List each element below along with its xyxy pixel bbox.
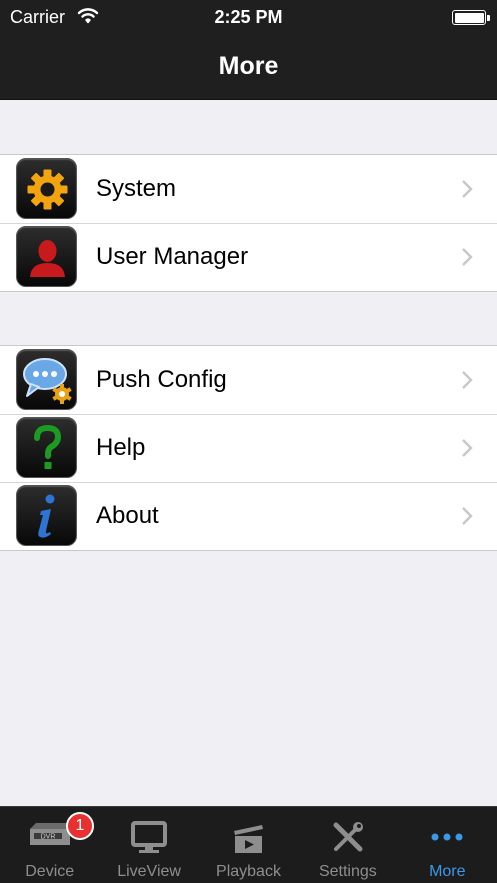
- menu-row-push-config[interactable]: Push Config: [0, 346, 497, 414]
- tab-label-settings: Settings: [318, 863, 377, 880]
- battery-icon: [452, 10, 486, 25]
- chevron-right-icon: [462, 507, 473, 525]
- notification-badge: 1: [66, 812, 94, 840]
- gear-icon: [16, 158, 77, 219]
- tab-label-playback: Playback: [216, 863, 281, 880]
- tab-device[interactable]: DVR 1 Device: [0, 807, 99, 883]
- tab-label-device: Device: [25, 863, 75, 880]
- menu-label-system: System: [96, 175, 177, 202]
- tools-icon: [333, 822, 363, 852]
- clock: 2:25 PM: [214, 7, 283, 27]
- tab-settings[interactable]: Settings: [298, 807, 397, 883]
- user-icon: [16, 226, 77, 287]
- question-mark-icon: [16, 417, 77, 478]
- monitor-icon: [131, 821, 168, 853]
- chevron-right-icon: [462, 248, 473, 266]
- menu-label-help: Help: [96, 434, 146, 461]
- film-clapper-icon: [234, 825, 264, 853]
- tab-playback[interactable]: Playback: [199, 807, 298, 883]
- tab-label-liveview: LiveView: [117, 863, 181, 880]
- chevron-right-icon: [462, 439, 473, 457]
- info-icon: [16, 485, 77, 546]
- tab-liveview[interactable]: LiveView: [99, 807, 198, 883]
- navigation-bar: More: [0, 34, 497, 100]
- more-dots-icon: [431, 833, 463, 841]
- tab-more[interactable]: More: [398, 807, 497, 883]
- settings-group-1: System User Manager: [0, 154, 497, 292]
- page-title: More: [218, 52, 279, 80]
- status-bar: Carrier 2:25 PM: [0, 0, 497, 34]
- menu-label-about: About: [96, 502, 159, 529]
- svg-text:DVR: DVR: [40, 834, 55, 841]
- menu-row-system[interactable]: System: [0, 155, 497, 223]
- chevron-right-icon: [462, 371, 473, 389]
- chat-bubbles-gear-icon: [16, 349, 77, 410]
- menu-row-about[interactable]: About: [0, 482, 497, 550]
- tab-label-more: More: [429, 863, 466, 880]
- menu-row-user-manager[interactable]: User Manager: [0, 223, 497, 291]
- chevron-right-icon: [462, 180, 473, 198]
- menu-label-user-manager: User Manager: [96, 243, 249, 270]
- tab-bar: DVR 1 Device LiveView Playback Settings: [0, 806, 497, 883]
- menu-row-help[interactable]: Help: [0, 414, 497, 482]
- menu-label-push-config: Push Config: [96, 366, 227, 393]
- settings-group-2: Push Config Help About: [0, 345, 497, 551]
